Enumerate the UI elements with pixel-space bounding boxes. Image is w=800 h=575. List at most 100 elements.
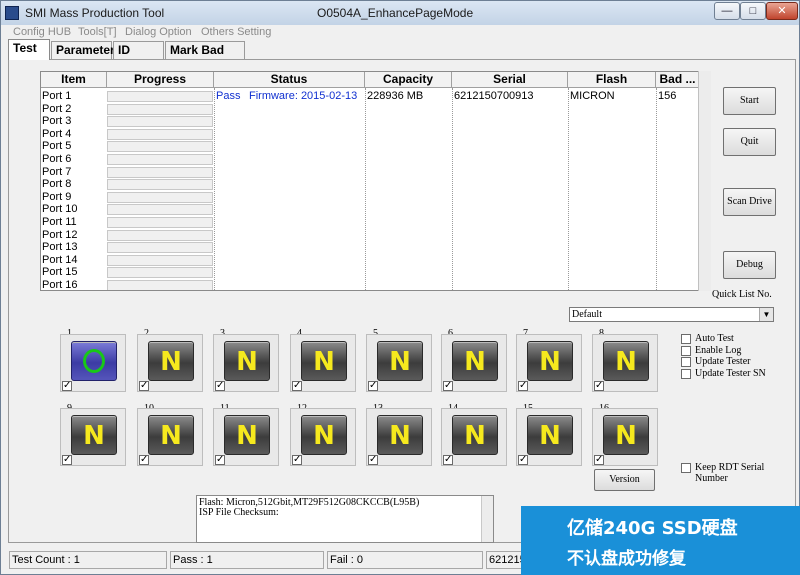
- minimize-button[interactable]: —: [714, 2, 740, 20]
- version-button[interactable]: Version: [594, 469, 655, 491]
- slot-10[interactable]: N ✓: [137, 408, 203, 466]
- slot-checkbox[interactable]: ✓: [518, 381, 528, 391]
- start-button[interactable]: Start: [723, 87, 776, 115]
- slot-16[interactable]: N ✓: [592, 408, 658, 466]
- slot-checkbox[interactable]: ✓: [215, 381, 225, 391]
- col-header-capacity[interactable]: Capacity: [365, 72, 452, 88]
- slot-checkbox[interactable]: ✓: [443, 455, 453, 465]
- col-header-serial[interactable]: Serial: [452, 72, 568, 88]
- slot-checkbox[interactable]: ✓: [62, 455, 72, 465]
- watermark-banner: 亿储240G SSD硬盘 不认盘成功修复: [521, 506, 800, 575]
- title-bar[interactable]: SMI Mass Production Tool O0504A_EnhanceP…: [1, 1, 799, 25]
- menu-tools[interactable]: Tools[T]: [78, 26, 117, 38]
- slot-checkbox[interactable]: ✓: [215, 455, 225, 465]
- slot-status-glyph: N: [313, 347, 335, 377]
- slot-7[interactable]: N ✓: [516, 334, 582, 392]
- progress-bar: [107, 229, 213, 241]
- slot-1[interactable]: ✓: [60, 334, 126, 392]
- progress-bar: [107, 267, 213, 279]
- col-header-progress[interactable]: Progress: [107, 72, 214, 88]
- slot-status-tile: N: [527, 341, 573, 381]
- slot-9[interactable]: N ✓: [60, 408, 126, 466]
- app-icon: [5, 6, 19, 20]
- test-count-status: Test Count : 1: [9, 551, 167, 569]
- slot-5[interactable]: N ✓: [366, 334, 432, 392]
- debug-button[interactable]: Debug: [723, 251, 776, 279]
- tab-test[interactable]: Test: [8, 39, 50, 60]
- slot-status-tile: N: [301, 415, 347, 455]
- port-label: Port 7: [42, 165, 72, 178]
- maximize-button[interactable]: □: [740, 2, 766, 20]
- column-divider: [568, 88, 569, 290]
- update-tester-sn-label: Update Tester SN: [695, 368, 766, 379]
- slot-checkbox[interactable]: ✓: [368, 455, 378, 465]
- menu-dialog-option[interactable]: Dialog Option: [125, 26, 192, 38]
- progress-bar: [107, 128, 213, 140]
- keep-rdt-checkbox[interactable]: [681, 463, 691, 473]
- slot-status-glyph: N: [464, 421, 486, 451]
- slot-checkbox[interactable]: ✓: [594, 455, 604, 465]
- slot-2[interactable]: N ✓: [137, 334, 203, 392]
- slot-checkbox[interactable]: ✓: [368, 381, 378, 391]
- slot-8[interactable]: N ✓: [592, 334, 658, 392]
- progress-bar: [107, 280, 213, 290]
- slot-checkbox[interactable]: ✓: [62, 381, 72, 391]
- update-tester-checkbox[interactable]: [681, 357, 691, 367]
- port-label: Port 16: [42, 279, 78, 291]
- scan-drive-button[interactable]: Scan Drive: [723, 188, 776, 216]
- quit-button[interactable]: Quit: [723, 128, 776, 156]
- column-divider: [452, 88, 453, 290]
- slot-14[interactable]: N ✓: [441, 408, 507, 466]
- slot-checkbox[interactable]: ✓: [594, 381, 604, 391]
- slot-3[interactable]: N ✓: [213, 334, 279, 392]
- col-header-flash[interactable]: Flash: [568, 72, 656, 88]
- slot-status-glyph: N: [539, 421, 561, 451]
- slot-status-glyph: N: [160, 347, 182, 377]
- slot-6[interactable]: N ✓: [441, 334, 507, 392]
- slot-checkbox[interactable]: ✓: [139, 455, 149, 465]
- fail-count-status: Fail : 0: [327, 551, 483, 569]
- auto-test-checkbox[interactable]: [681, 334, 691, 344]
- quick-list-select[interactable]: Default ▼: [569, 307, 774, 322]
- progress-bar: [107, 91, 213, 102]
- close-button[interactable]: ✕: [766, 2, 798, 20]
- slot-pass-indicator: [71, 341, 117, 381]
- slot-status-tile: N: [224, 341, 270, 381]
- col-header-item[interactable]: Item: [41, 72, 107, 88]
- port1-serial: 6212150700913: [454, 90, 534, 102]
- menu-config-hub[interactable]: Config HUB: [13, 26, 71, 38]
- log-scrollbar[interactable]: [481, 496, 493, 542]
- slot-checkbox[interactable]: ✓: [292, 455, 302, 465]
- port-grid[interactable]: Item Progress Status Capacity Serial Fla…: [40, 71, 711, 291]
- tab-mark-bad-info[interactable]: Mark Bad Info: [165, 41, 245, 73]
- tab-parameter[interactable]: Parameter: [51, 41, 115, 59]
- slot-checkbox[interactable]: ✓: [139, 381, 149, 391]
- quick-list-value: Default: [572, 309, 602, 320]
- progress-bar: [107, 217, 213, 228]
- slot-13[interactable]: N ✓: [366, 408, 432, 466]
- slot-status-tile: N: [71, 415, 117, 455]
- slot-checkbox[interactable]: ✓: [518, 455, 528, 465]
- slot-11[interactable]: N ✓: [213, 408, 279, 466]
- grid-scrollbar[interactable]: [698, 71, 711, 291]
- dropdown-arrow-icon[interactable]: ▼: [759, 308, 773, 321]
- slot-status-glyph: N: [313, 421, 335, 451]
- port1-capacity: 228936 MB: [367, 90, 424, 102]
- log-textbox[interactable]: Flash: Micron,512Gbit,MT29F512G08CKCCB(L…: [196, 495, 494, 543]
- slot-15[interactable]: N ✓: [516, 408, 582, 466]
- slot-12[interactable]: N ✓: [290, 408, 356, 466]
- slot-checkbox[interactable]: ✓: [443, 381, 453, 391]
- tab-id-table[interactable]: ID Table: [113, 41, 164, 73]
- col-header-status[interactable]: Status: [214, 72, 365, 88]
- slot-status-glyph: N: [389, 421, 411, 451]
- slot-4[interactable]: N ✓: [290, 334, 356, 392]
- enable-log-checkbox[interactable]: [681, 346, 691, 356]
- col-header-bad[interactable]: Bad ...: [656, 72, 700, 88]
- update-tester-sn-checkbox[interactable]: [681, 369, 691, 379]
- slot-status-tile: N: [527, 415, 573, 455]
- menu-others-setting[interactable]: Others Setting: [201, 26, 271, 38]
- port-label: Port 13: [42, 241, 78, 254]
- slot-checkbox[interactable]: ✓: [292, 381, 302, 391]
- progress-bar: [107, 116, 213, 128]
- progress-bar: [107, 103, 213, 115]
